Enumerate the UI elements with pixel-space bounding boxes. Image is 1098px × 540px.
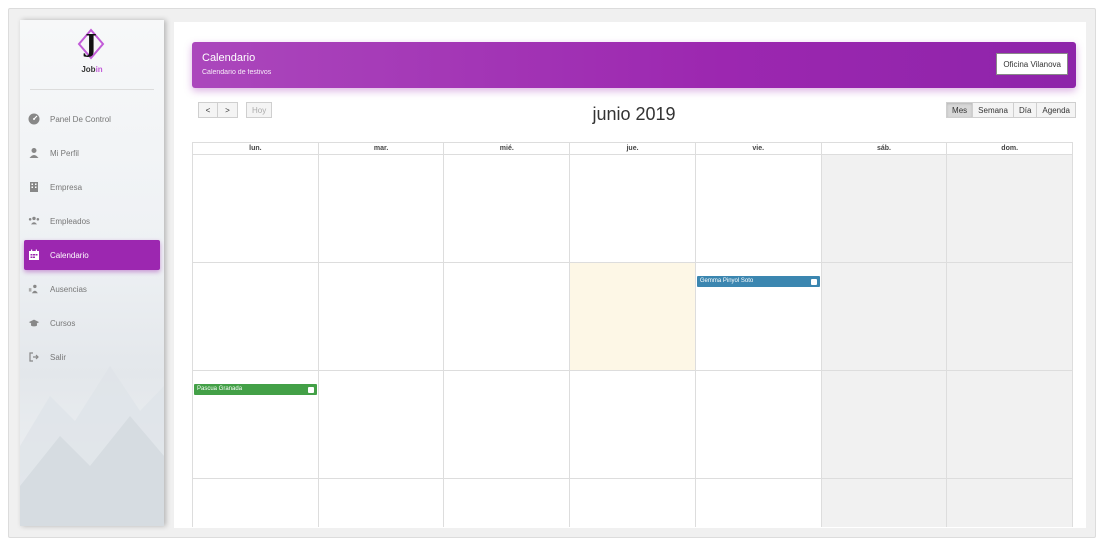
brand-name: Jobin xyxy=(81,65,103,74)
calendar-day-cell[interactable] xyxy=(569,479,695,527)
event-title: Gemma Pinyol Soto xyxy=(699,278,754,284)
dashboard-icon xyxy=(28,113,40,125)
calendar-day-cell[interactable] xyxy=(694,155,821,262)
calendar-day-cell[interactable] xyxy=(694,479,821,527)
calendar-day-cell[interactable] xyxy=(317,263,444,370)
sidebar-item-mi-perfil[interactable]: Mi Perfil xyxy=(20,136,164,170)
people-icon xyxy=(28,215,40,227)
weekday-header-row: lun. mar. mié. jue. vie. sáb. dom. xyxy=(192,142,1074,155)
page-header: Calendario Calendario de festivos Oficin… xyxy=(192,42,1076,88)
event-type-icon xyxy=(810,278,817,285)
sidebar-item-label: Panel De Control xyxy=(50,114,111,124)
calendar-day-cell[interactable] xyxy=(443,479,569,527)
calendar-day-cell[interactable]: Gemma Pinyol Soto xyxy=(694,263,821,370)
calendar-day-cell[interactable] xyxy=(569,371,695,478)
weekday-header: jue. xyxy=(569,143,695,154)
sidebar-item-empleados[interactable]: Empleados xyxy=(20,204,164,238)
weekday-header: mar. xyxy=(317,143,444,154)
calendar-day-cell[interactable] xyxy=(443,263,569,370)
user-icon xyxy=(28,147,40,159)
calendar-day-cell-today[interactable] xyxy=(569,263,695,370)
calendar-day-cell[interactable] xyxy=(569,155,695,262)
office-selector[interactable]: Oficina Vilanova xyxy=(996,53,1068,75)
calendar-day-cell[interactable] xyxy=(820,479,947,527)
view-agenda-button[interactable]: Agenda xyxy=(1037,102,1076,118)
calendar-day-cell[interactable] xyxy=(443,371,569,478)
sidebar-item-label: Mi Perfil xyxy=(50,148,79,158)
calendar-day-cell[interactable] xyxy=(317,479,444,527)
sidebar-item-panel-de-control[interactable]: Panel De Control xyxy=(20,102,164,136)
page-subtitle: Calendario de festivos xyxy=(202,69,272,76)
logo-divider xyxy=(30,89,154,90)
sidebar: J Jobin Panel De Control Mi Perfil Empre… xyxy=(20,20,164,526)
weekday-header: vie. xyxy=(694,143,821,154)
sidebar-item-label: Empresa xyxy=(50,182,83,192)
calendar-day-cell[interactable] xyxy=(694,371,821,478)
view-day-button[interactable]: Día xyxy=(1013,102,1038,118)
calendar-day-cell[interactable] xyxy=(192,263,318,370)
mountain-background-icon xyxy=(20,366,164,526)
sidebar-item-label: Ausencias xyxy=(50,284,87,294)
weekday-header: dom. xyxy=(946,143,1074,154)
calendar-day-cell[interactable] xyxy=(820,263,947,370)
calendar-day-cell[interactable] xyxy=(820,155,947,262)
page-title: Calendario xyxy=(202,52,256,64)
calendar-icon xyxy=(28,249,40,261)
calendar-day-cell[interactable] xyxy=(946,479,1074,527)
calendar-week: Gemma Pinyol Soto xyxy=(192,263,1074,371)
calendar-day-cell[interactable] xyxy=(946,371,1074,478)
event-title: Pascua Granada xyxy=(197,386,243,392)
sidebar-item-label: Empleados xyxy=(50,216,91,226)
main-content: Calendario Calendario de festivos Oficin… xyxy=(174,22,1086,528)
sidebar-item-label: Calendario xyxy=(50,250,89,260)
weekday-header: mié. xyxy=(443,143,569,154)
view-button-group: Mes Semana Día Agenda xyxy=(946,102,1076,118)
calendar-week: Pascua Granada xyxy=(192,371,1074,479)
calendar-day-cell[interactable] xyxy=(192,479,318,527)
sidebar-item-empresa[interactable]: Empresa xyxy=(20,170,164,204)
calendar-day-cell[interactable] xyxy=(443,155,569,262)
calendar-day-cell[interactable] xyxy=(317,371,444,478)
logo: J Jobin xyxy=(20,20,164,90)
calendar-day-cell[interactable] xyxy=(820,371,947,478)
month-title: junio 2019 xyxy=(592,104,676,124)
calendar-day-cell[interactable] xyxy=(946,263,1074,370)
calendar-day-cell[interactable] xyxy=(317,155,444,262)
calendar-week xyxy=(192,155,1074,263)
view-week-button[interactable]: Semana xyxy=(973,102,1014,118)
jobin-logo-icon: J xyxy=(77,28,105,60)
building-icon xyxy=(28,181,40,193)
calendar-week xyxy=(192,479,1074,527)
calendar-day-cell[interactable] xyxy=(192,155,318,262)
calendar-grid: lun. mar. mié. jue. vie. sáb. dom. Gemma… xyxy=(192,142,1074,528)
calendar-day-cell[interactable]: Pascua Granada xyxy=(192,371,318,478)
calendar-day-cell[interactable] xyxy=(946,155,1074,262)
sidebar-item-calendario[interactable]: Calendario xyxy=(24,240,160,270)
weekday-header: sáb. xyxy=(820,143,947,154)
calendar-event[interactable]: Pascua Granada xyxy=(194,384,317,395)
absences-icon xyxy=(28,283,40,295)
view-month-button[interactable]: Mes xyxy=(946,102,974,118)
svg-text:J: J xyxy=(83,29,96,58)
calendar-event[interactable]: Gemma Pinyol Soto xyxy=(696,276,820,287)
calendar-toolbar: < > Hoy junio 2019 Mes Semana Día Agenda xyxy=(192,102,1076,126)
event-type-icon xyxy=(307,386,314,393)
weekday-header: lun. xyxy=(192,143,318,154)
sidebar-item-ausencias[interactable]: Ausencias xyxy=(20,272,164,306)
